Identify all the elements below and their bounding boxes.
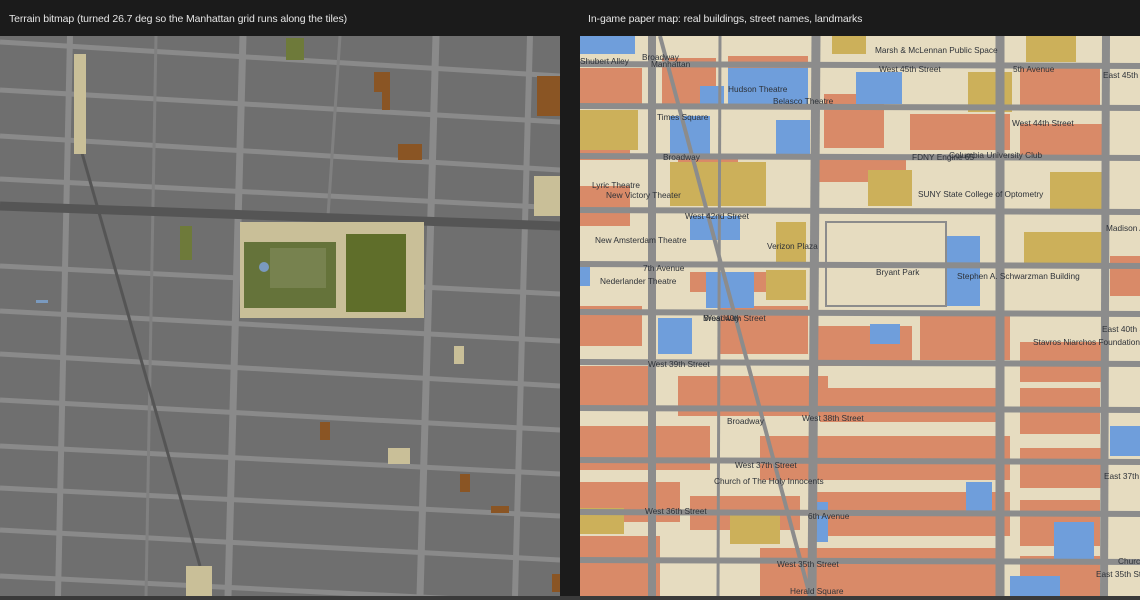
map-label: East 37th xyxy=(1104,471,1140,481)
terrain-park-bryant xyxy=(240,222,424,318)
map-label: Herald Square xyxy=(790,586,844,596)
map-label: West 44th Street xyxy=(1012,118,1074,128)
map-label: West 35th Street xyxy=(777,559,839,569)
map-label: West 36th Street xyxy=(645,506,707,516)
map-label: East 45th xyxy=(1103,70,1139,80)
map-label: 7th Avenue xyxy=(643,263,685,273)
map-label: Bryant Park xyxy=(876,267,920,277)
map-label: New Amsterdam Theatre xyxy=(595,235,687,245)
paper-map-caption: In-game paper map: real buildings, stree… xyxy=(588,13,863,25)
map-label: SUNY State College of Optometry xyxy=(918,189,1044,199)
map-label: Madison Avenue xyxy=(1106,223,1140,233)
map-label: Hudson Theatre xyxy=(728,84,788,94)
map-label: Broadway xyxy=(727,416,764,426)
map-label: 6th Avenue xyxy=(808,511,850,521)
map-label: Columbia University Club xyxy=(949,150,1043,160)
map-label: Verizon Plaza xyxy=(767,241,818,251)
map-label: Nederlander Theatre xyxy=(600,276,677,286)
terrain-bitmap[interactable] xyxy=(0,36,560,596)
map-label: West 39th Street xyxy=(648,359,710,369)
map-label: Times Square xyxy=(657,112,709,122)
map-label: East 35th St xyxy=(1096,569,1140,579)
paper-map[interactable]: Shubert Alley Broadway Manhattan Marsh &… xyxy=(580,36,1140,596)
map-label: Church of The Holy Innocents xyxy=(714,476,824,486)
bottom-strip xyxy=(0,596,1140,600)
map-label: West 40th Street xyxy=(704,313,766,323)
map-label: Marsh & McLennan Public Space xyxy=(875,45,998,55)
map-label: Belasco Theatre xyxy=(773,96,834,106)
map-label: Church xyxy=(1118,556,1140,566)
map-label: Shubert Alley xyxy=(580,56,629,66)
map-label: Stephen A. Schwarzman Building xyxy=(957,271,1080,281)
map-label: East 40th S xyxy=(1102,324,1140,334)
map-label: West 38th Street xyxy=(802,413,864,423)
terrain-water xyxy=(36,300,48,303)
map-label: 5th Avenue xyxy=(1013,64,1055,74)
terrain-caption: Terrain bitmap (turned 26.7 deg so the M… xyxy=(9,13,348,25)
terrain-bitmap-canvas xyxy=(0,36,560,596)
map-label: West 37th Street xyxy=(735,460,797,470)
map-label: West 45th Street xyxy=(879,64,941,74)
map-label: Manhattan xyxy=(651,59,691,69)
map-label: New Victory Theater xyxy=(606,190,681,200)
map-label: West 42nd Street xyxy=(685,211,749,221)
map-label: Stavros Niarchos Foundation xyxy=(1033,337,1140,347)
map-label: Lyric Theatre xyxy=(592,180,640,190)
map-label: Broadway xyxy=(663,152,700,162)
